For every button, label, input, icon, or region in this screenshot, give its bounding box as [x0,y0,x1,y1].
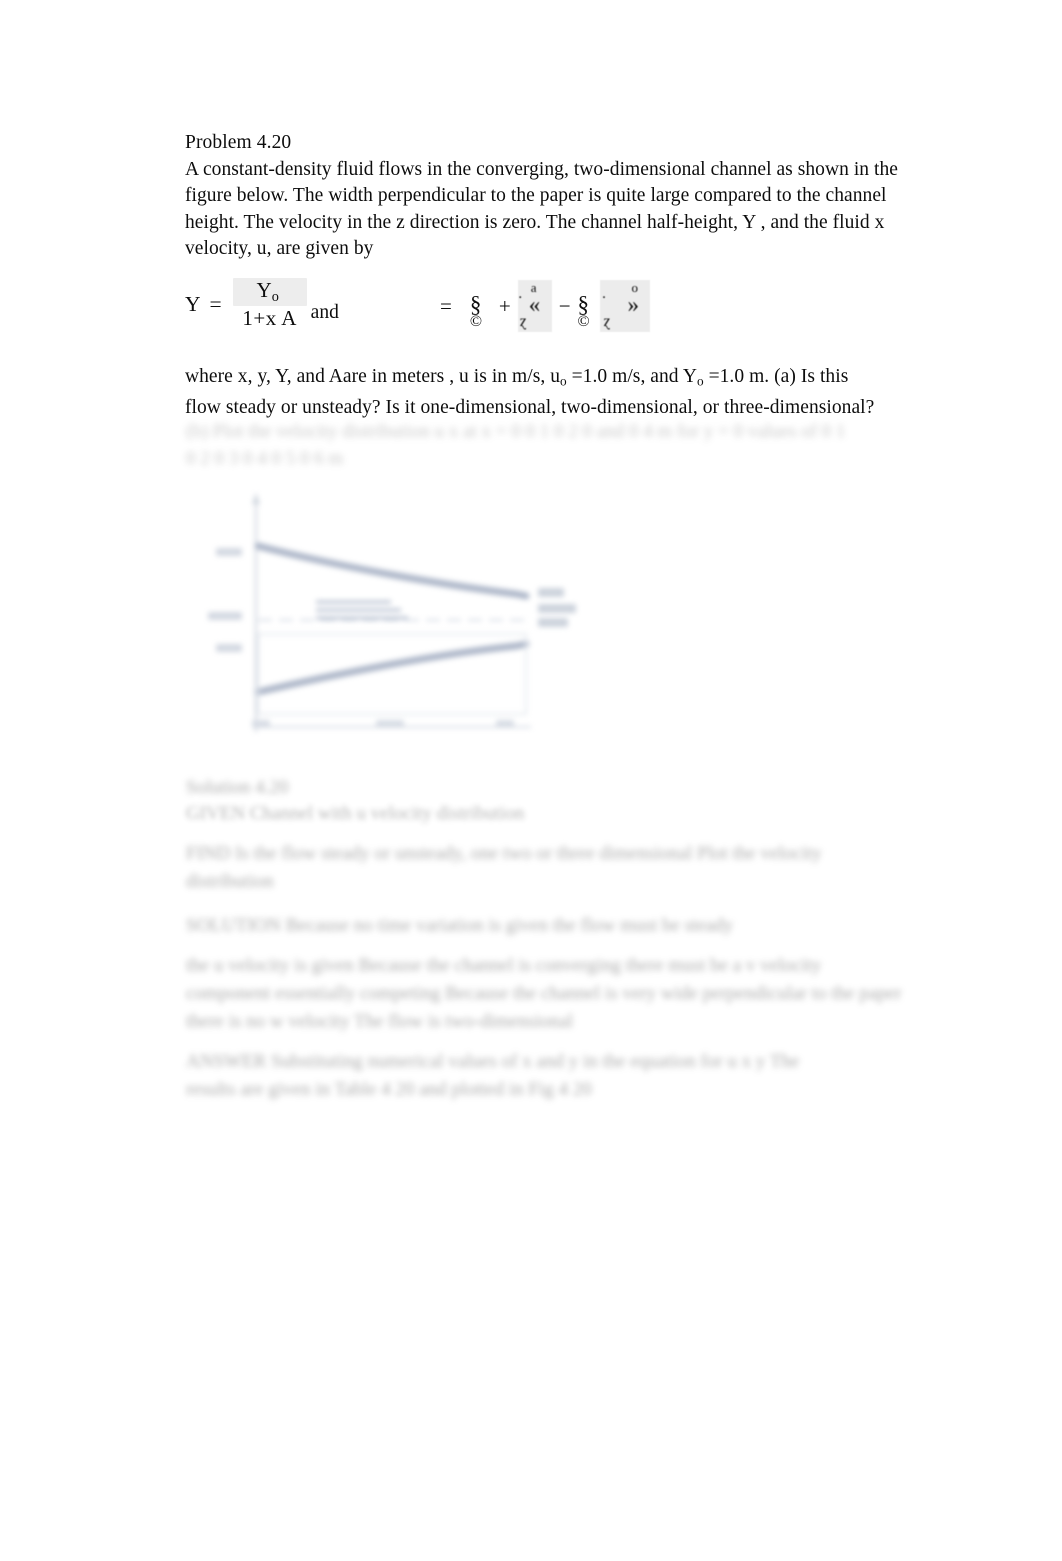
obscured-find-line-1: FIND Is the flow steady or unsteady, one… [186,843,822,864]
equation-fraction-denominator: 1+x A [242,305,297,330]
equation-fraction: Yo 1+x A [232,278,307,331]
figure-right-labels [538,588,576,627]
equation-fraction-numerator: Yo [232,278,307,306]
obscured-answer-line-1: ANSWER Substituting numerical values of … [186,1051,800,1072]
figure-velocity-arrows [316,600,408,620]
problem-statement-line-1: A constant-density fluid flows in the co… [185,158,899,180]
figure-left-tick-labels [208,548,242,652]
obscured-solution-line-1: SOLUTION Because no time variation is gi… [186,915,734,936]
obscured-solution-line-3: component essentially competing Because … [186,983,902,1004]
obscured-solution-heading: Solution 4.20 [186,777,289,798]
page-title: Problem 4.20 [185,132,292,153]
obscured-solution-line-2: the u velocity is given Because the chan… [186,955,822,976]
figure-y-axis-arrow-icon [252,494,260,504]
corrupt-glyph-guillemet-icon-2: · ɀ o » [599,280,650,332]
converging-channel-diagram [186,484,626,740]
equation-left-side: Y = Yo 1+x A and [185,278,339,331]
equation-second-equals: = [440,293,452,318]
corrupt-glyph-plus-icon: + [498,293,511,318]
equation-equals-sign: = [209,291,223,316]
where-line-1: where x, y, Y, and Aare in meters , u is… [185,366,849,389]
corrupt-glyph-section-icon-2: § © [577,292,590,330]
where-definition-block: where x, y, Y, and Aare in meters , u is… [185,364,915,422]
obscured-given-line: GIVEN Channel with u velocity distributi… [186,803,525,824]
obscured-answer-line-2: results are given in Table 4 20 and plot… [186,1079,592,1100]
equation-right-side: = § © + a · « ɀ − § © · ɀ o » [440,280,650,332]
obscured-solution-line-4: there is no w velocity The flow is two-d… [186,1011,573,1032]
problem-statement-line-2: figure below. The width perpendicular to… [185,185,887,206]
equation-block: Y = Yo 1+x A and = § © + a · « ɀ − § © ·… [185,278,907,340]
corrupt-glyph-minus-icon: − [558,293,571,318]
problem-statement-line-3: height. The velocity in the z direction … [185,211,885,233]
equation-conjunction: and [310,301,339,323]
channel-figure-svg [208,494,576,732]
numerator-subscript: o [271,288,279,305]
figure-upper-wall [254,542,530,600]
problem-statement-line-4: velocity, u, are given by [185,238,374,259]
problem-text-body: Problem 4.20 A constant-density fluid fl… [185,130,907,263]
obscured-find-line-2: distribution [186,871,274,892]
where-line-2: flow steady or unsteady? Is it one-dimen… [185,397,875,419]
equation-lhs-variable: Y [185,291,202,316]
document-page: Problem 4.20 A constant-density fluid fl… [0,0,1062,1561]
obscured-velocity-distribution-line-2: 0 2 0 3 0 4 0 5 0 6 m [186,448,344,469]
obscured-velocity-distribution-line-1: (b) Plot the velocity distribution u x a… [186,421,846,442]
corrupt-glyph-guillemet-icon-1: a · « ɀ [517,280,552,332]
figure-lower-wall [254,640,530,696]
corrupt-glyph-section-icon-1: § © [469,292,482,330]
